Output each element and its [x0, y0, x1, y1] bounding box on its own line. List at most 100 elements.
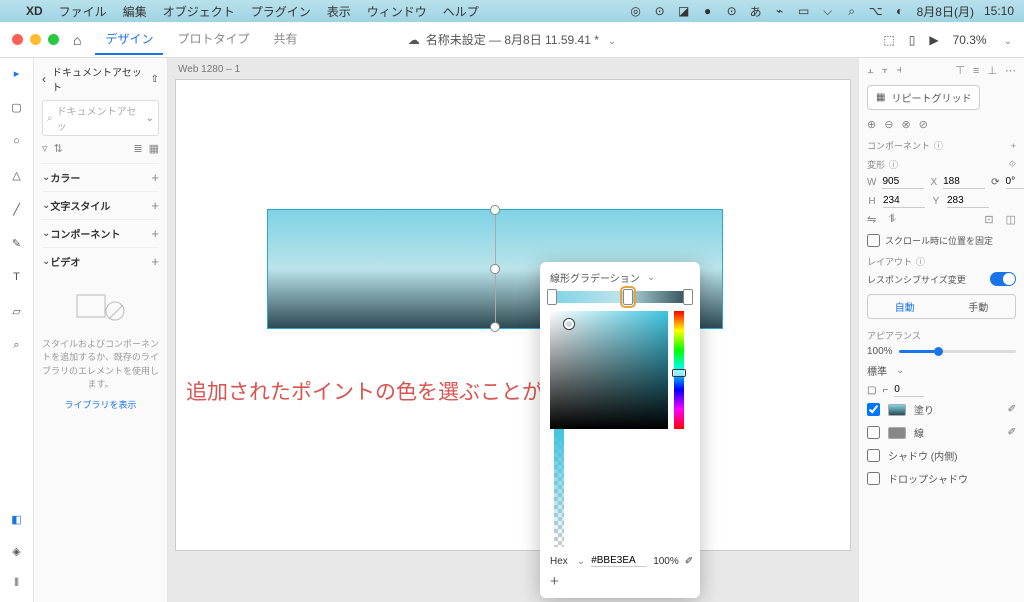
plus-icon[interactable]: +: [1011, 141, 1016, 151]
status-icon[interactable]: ◎: [629, 4, 643, 18]
status-icon[interactable]: ⊙: [725, 4, 739, 18]
section-charstyle[interactable]: ⌄ 文字スタイル+: [42, 191, 159, 219]
blend-mode-select[interactable]: 標準: [867, 363, 887, 378]
siri-icon[interactable]: ◐: [893, 4, 907, 18]
hue-slider[interactable]: [674, 311, 684, 429]
gradient-handle-mid[interactable]: [490, 264, 500, 274]
align-right-icon[interactable]: ⫞: [896, 64, 902, 77]
responsive-mode-segment[interactable]: 自動 手動: [867, 294, 1016, 319]
hex-input[interactable]: [591, 555, 647, 567]
scroll-fix-checkbox[interactable]: [867, 234, 880, 247]
status-icon[interactable]: ◪: [677, 4, 691, 18]
tab-design[interactable]: デザイン: [95, 24, 163, 55]
rotation-input[interactable]: [1006, 175, 1024, 189]
align-top-icon[interactable]: ⊤: [955, 64, 965, 77]
ellipse-tool[interactable]: ○: [8, 132, 26, 150]
artboard-name[interactable]: Web 1280 – 1: [178, 64, 240, 75]
gradient-bar[interactable]: [550, 291, 690, 303]
text-tool[interactable]: T: [8, 268, 26, 286]
line-tool[interactable]: ╱: [8, 200, 26, 218]
chevron-down-icon[interactable]: [644, 272, 655, 283]
eyedropper-icon[interactable]: ✐: [685, 556, 693, 567]
menu-view[interactable]: 表示: [327, 3, 351, 20]
rectangle-tool[interactable]: ▢: [8, 98, 26, 116]
list-view-icon[interactable]: ≣: [133, 142, 142, 155]
layers-icon[interactable]: ◈: [8, 542, 26, 560]
align-middle-icon[interactable]: ≡: [973, 65, 979, 77]
status-icon[interactable]: ⊙: [653, 4, 667, 18]
plus-icon[interactable]: +: [151, 254, 159, 269]
status-icon[interactable]: ●: [701, 4, 715, 18]
show-library-link[interactable]: ライブラリを表示: [42, 398, 159, 411]
tab-prototype[interactable]: プロトタイプ: [167, 24, 259, 55]
align-bottom-icon[interactable]: ⊥: [987, 64, 997, 77]
grid-view-icon[interactable]: ▦: [149, 142, 159, 155]
chevron-down-icon[interactable]: [1001, 33, 1012, 47]
repeat-grid-button[interactable]: ▦リピートグリッド: [867, 85, 980, 110]
y-input[interactable]: [947, 194, 989, 208]
plugins-icon[interactable]: ⫴: [8, 574, 26, 592]
app-name[interactable]: XD: [26, 4, 43, 18]
opacity-slider[interactable]: [899, 350, 1016, 353]
lock-aspect-icon[interactable]: ⊡: [984, 213, 993, 226]
zoom-window-icon[interactable]: [48, 34, 59, 45]
flip-h-icon[interactable]: ⇋: [867, 213, 876, 226]
section-video[interactable]: ⌄ ビデオ+: [42, 247, 159, 275]
gradient-type-label[interactable]: 線形グラデーション: [550, 270, 640, 285]
chevron-down-icon[interactable]: [605, 33, 616, 47]
bluetooth-icon[interactable]: ⌁: [773, 4, 787, 18]
assets-search[interactable]: ⌕ ドキュメントアセッ: [42, 100, 159, 136]
close-window-icon[interactable]: [12, 34, 23, 45]
boolean-exclude-icon[interactable]: ⊘: [919, 118, 928, 131]
gradient-stop[interactable]: [547, 289, 557, 305]
fill-checkbox[interactable]: [867, 403, 880, 416]
radius-input[interactable]: [894, 383, 924, 397]
boolean-intersect-icon[interactable]: ⊗: [901, 118, 910, 131]
zoom-tool[interactable]: ⌕: [8, 336, 26, 354]
alpha-value[interactable]: 100%: [653, 556, 679, 567]
menu-edit[interactable]: 編集: [123, 3, 147, 20]
back-icon[interactable]: ‹: [42, 72, 46, 86]
artboard[interactable]: 追加されたポイントの色を選ぶことが出来る→: [176, 80, 850, 550]
alpha-slider[interactable]: [554, 429, 564, 547]
minimize-window-icon[interactable]: [30, 34, 41, 45]
x-input[interactable]: [943, 175, 985, 189]
add-swatch-button[interactable]: +: [550, 573, 690, 590]
share-icon[interactable]: ⇧: [151, 74, 159, 85]
wifi-icon[interactable]: ⌵: [821, 4, 835, 18]
search-icon[interactable]: ⌕: [845, 4, 859, 18]
plus-icon[interactable]: +: [151, 198, 159, 213]
control-center-icon[interactable]: ⌥: [869, 4, 883, 18]
width-input[interactable]: [882, 175, 924, 189]
home-icon[interactable]: ⌂: [73, 32, 81, 48]
drop-shadow-checkbox[interactable]: [867, 472, 880, 485]
window-controls[interactable]: [12, 34, 59, 45]
ime-icon[interactable]: あ: [749, 4, 763, 18]
menu-object[interactable]: オブジェクト: [163, 3, 235, 20]
pen-tool[interactable]: ✎: [8, 234, 26, 252]
filter-icon[interactable]: ▿: [42, 142, 48, 155]
flip-v-icon[interactable]: ⥮: [888, 213, 896, 226]
menu-plugin[interactable]: プラグイン: [251, 3, 311, 20]
align-center-h-icon[interactable]: ⫟: [882, 64, 889, 77]
boolean-add-icon[interactable]: ⊕: [867, 118, 876, 131]
zoom-value[interactable]: 70.3%: [953, 33, 987, 47]
3d-icon[interactable]: ⟐: [1009, 159, 1016, 170]
boolean-subtract-icon[interactable]: ⊖: [884, 118, 893, 131]
gradient-stop[interactable]: [683, 289, 693, 305]
hue-cursor[interactable]: [672, 369, 686, 377]
menubar-date[interactable]: 8月8日(月): [917, 3, 974, 20]
chevron-down-icon[interactable]: [143, 113, 154, 124]
mobile-preview-icon[interactable]: ⬚: [883, 33, 894, 47]
tab-share[interactable]: 共有: [264, 24, 308, 55]
artboard-tool[interactable]: ▱: [8, 302, 26, 320]
libraries-icon[interactable]: ◧: [8, 510, 26, 528]
document-title[interactable]: ☁ 名称未設定 — 8月8日 11.59.41 *: [408, 31, 617, 48]
sv-cursor[interactable]: [564, 319, 574, 329]
passthrough-icon[interactable]: ▢: [867, 385, 876, 396]
polygon-tool[interactable]: △: [8, 166, 26, 184]
stroke-checkbox[interactable]: [867, 426, 880, 439]
eyedropper-icon[interactable]: ✐: [1008, 427, 1016, 438]
eyedropper-icon[interactable]: ✐: [1008, 404, 1016, 415]
seg-auto[interactable]: 自動: [868, 295, 942, 318]
